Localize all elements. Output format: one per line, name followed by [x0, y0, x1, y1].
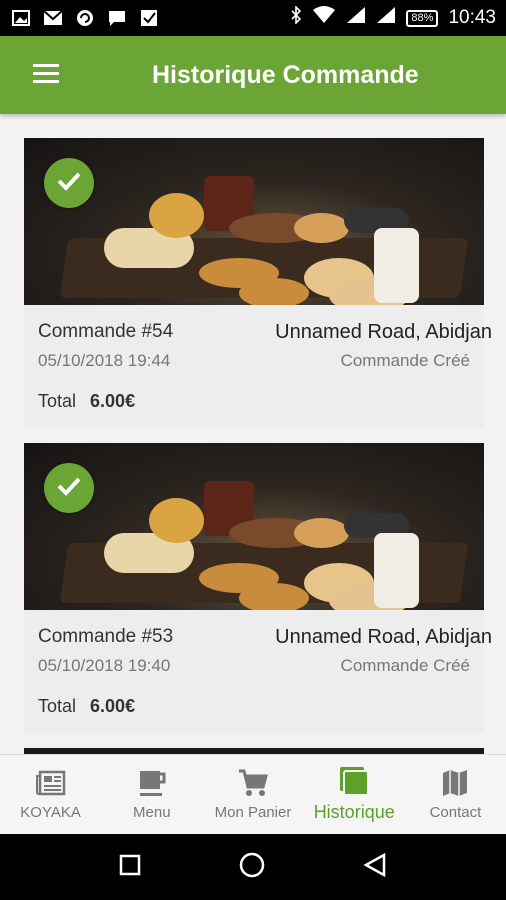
history-icon	[339, 766, 370, 796]
map-icon	[440, 768, 470, 798]
order-status: Commande Créé	[340, 656, 470, 675]
check-icon	[56, 476, 82, 501]
order-list[interactable]: Commande #54 05/10/2018 19:44 Unnamed Ro…	[0, 114, 506, 754]
home-button[interactable]	[238, 851, 266, 884]
app-bar: Historique Commande	[0, 36, 506, 114]
menu-button[interactable]	[16, 36, 76, 114]
bluetooth-icon	[290, 5, 302, 30]
gmail-icon	[42, 9, 64, 27]
cart-icon	[238, 768, 268, 798]
order-address: Unnamed Road, Abidjan	[275, 626, 492, 648]
order-date: 05/10/2018 19:44	[38, 351, 171, 370]
total-label: Total	[38, 696, 77, 716]
chat-icon	[106, 9, 128, 27]
wifi-icon	[312, 6, 336, 30]
nav-history[interactable]: Historique	[304, 755, 405, 834]
order-image	[24, 138, 484, 305]
check-box-icon	[138, 9, 160, 27]
order-address: Unnamed Road, Abidjan	[275, 321, 492, 343]
signal-icon-2	[376, 6, 396, 30]
total-label: Total	[38, 391, 77, 411]
order-total: Total 6.00€	[38, 391, 135, 412]
system-nav-bar	[0, 834, 506, 900]
sync-icon	[74, 9, 96, 27]
order-card[interactable]: Commande #54 05/10/2018 19:44 Unnamed Ro…	[24, 138, 492, 428]
nav-cart[interactable]: Mon Panier	[202, 755, 303, 834]
check-icon	[56, 171, 82, 196]
recents-button[interactable]	[118, 853, 142, 882]
order-total: Total 6.00€	[38, 696, 135, 717]
nav-label: Menu	[133, 804, 171, 821]
status-bar: 88% 10:43	[0, 0, 506, 36]
battery-indicator: 88%	[406, 9, 439, 27]
bottom-navigation: KOYAKA Menu Mon Panier Historique Contac…	[0, 754, 506, 834]
clock: 10:43	[448, 7, 496, 28]
total-value: 6.00€	[90, 391, 136, 411]
total-value: 6.00€	[90, 696, 136, 716]
newspaper-icon	[35, 768, 66, 798]
nav-label: Contact	[429, 804, 482, 821]
order-image	[24, 443, 484, 610]
back-button[interactable]	[362, 852, 388, 883]
nav-label: Mon Panier	[214, 804, 292, 821]
order-status: Commande Créé	[340, 351, 470, 370]
gallery-icon	[10, 9, 32, 27]
nav-contact[interactable]: Contact	[405, 755, 506, 834]
order-card[interactable]: Commande #53 05/10/2018 19:40 Unnamed Ro…	[24, 443, 492, 733]
order-number: Commande #53	[38, 626, 174, 647]
signal-icon	[346, 6, 366, 30]
nav-label: KOYAKA	[20, 804, 81, 821]
nav-koyaka[interactable]: KOYAKA	[0, 755, 101, 834]
order-date: 05/10/2018 19:40	[38, 656, 171, 675]
order-number: Commande #54	[38, 321, 174, 342]
page-title: Historique Commande	[152, 60, 419, 89]
hamburger-icon	[33, 63, 59, 88]
nav-menu[interactable]: Menu	[101, 755, 202, 834]
cup-icon	[137, 768, 167, 798]
completed-check	[44, 463, 94, 513]
completed-check	[44, 158, 94, 208]
nav-label: Historique	[313, 802, 395, 822]
